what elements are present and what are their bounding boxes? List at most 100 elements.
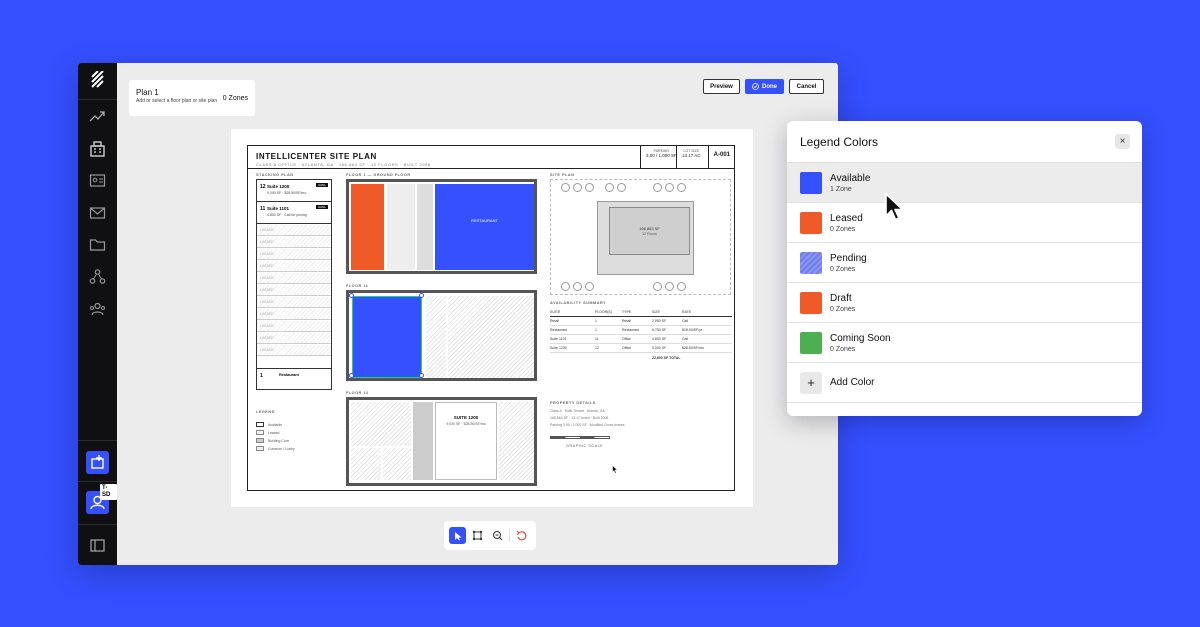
core-zone — [426, 296, 446, 378]
leased-zone — [351, 402, 411, 446]
done-button[interactable]: Done — [745, 79, 784, 94]
team-icon[interactable] — [89, 300, 106, 317]
check-circle-icon — [752, 83, 759, 90]
close-icon[interactable]: × — [1115, 134, 1130, 149]
stack-floor-row: LEASED — [257, 225, 331, 236]
building-icon[interactable] — [89, 140, 106, 157]
stack-floor-row: LEASED — [257, 345, 331, 356]
legend-row-coming-soon[interactable]: Coming Soon 0 Zones — [787, 323, 1142, 363]
color-swatch[interactable] — [800, 332, 822, 354]
leased-zone — [383, 448, 411, 480]
stack-floor-11[interactable]: 11 Suite 1101 4,800 SF · Call for pricin… — [257, 202, 331, 224]
legend-colors-panel: Legend Colors × Available 1 Zone Leased … — [787, 121, 1142, 416]
table-row: Suite 1101 11 Office 4,800 SF Call — [550, 335, 732, 344]
add-color-label: Add Color — [830, 377, 875, 388]
drawing-toolbar — [444, 521, 536, 550]
table-row: Suite 1200 12 Office 9,000 SF $28.50/SF/mo — [550, 344, 732, 353]
drawing-title: INTELLICENTER SITE PLAN — [256, 152, 377, 161]
color-swatch[interactable] — [800, 212, 822, 234]
stack-floor-row: LEASED — [257, 273, 331, 284]
legend-row-name: Draft — [830, 293, 852, 304]
cancel-button[interactable]: Cancel — [789, 79, 824, 94]
network-icon[interactable] — [89, 268, 106, 285]
legend-item-leased: Leased — [256, 430, 295, 435]
drawing-legend: Available Leased Building Core Common / … — [256, 419, 295, 451]
site-plan[interactable]: 166,863 SF 12 Floors — [550, 179, 731, 295]
sidebar: T-SD — [78, 63, 117, 565]
legend-row-available[interactable]: Available 1 Zone — [787, 163, 1142, 203]
preview-button[interactable]: Preview — [703, 79, 740, 94]
undo-tool[interactable] — [513, 527, 530, 544]
legend-panel-title: Legend Colors — [800, 135, 879, 149]
stack-floor-row: LEASED — [257, 297, 331, 308]
plus-icon: + — [800, 372, 822, 394]
small-cursor-icon — [612, 465, 618, 474]
drawing-subtitle: CLASS A OFFICE · ATLANTA, GA · 166,863 S… — [256, 162, 431, 167]
stack-floor-1[interactable]: 1 Restaurant — [257, 368, 331, 388]
vertex-handle[interactable] — [349, 293, 354, 298]
site-building-core: 166,863 SF 12 Floors — [609, 207, 690, 255]
color-swatch[interactable] — [800, 292, 822, 314]
sidebar-toggle-icon[interactable] — [89, 537, 106, 554]
selected-zone[interactable] — [352, 296, 422, 378]
floor11-label: FLOOR 11 — [346, 284, 369, 288]
leased-zone[interactable] — [351, 184, 384, 270]
color-swatch[interactable] — [800, 252, 822, 274]
vertex-handle[interactable] — [419, 293, 424, 298]
restaurant-zone[interactable]: RESTAURANT — [435, 184, 534, 270]
legend-row-count: 0 Zones — [830, 226, 856, 233]
legend-row-leased[interactable]: Leased 0 Zones — [787, 203, 1142, 243]
header-divider — [640, 146, 641, 168]
add-color-button[interactable]: + Add Color — [787, 363, 1142, 403]
plan-canvas[interactable]: INTELLICENTER SITE PLAN CLASS A OFFICE ·… — [231, 129, 753, 507]
header-rule — [248, 168, 734, 169]
mail-icon[interactable] — [89, 204, 106, 221]
vertex-handle[interactable] — [349, 373, 354, 378]
table-total: 22,600 SF TOTAL — [652, 355, 681, 360]
leased-zone — [448, 296, 534, 378]
add-content-button[interactable] — [86, 451, 109, 474]
legend-row-pending[interactable]: Pending 0 Zones — [787, 243, 1142, 283]
table-row: Restaurant 1 Restaurant 6,750 SF $18.00/SF/y… — [550, 326, 732, 335]
sidebar-divider — [78, 440, 117, 441]
graphic-scale-bar — [550, 436, 610, 439]
legend-row-count: 0 Zones — [830, 306, 856, 313]
folder-icon[interactable] — [89, 236, 106, 253]
plan-card[interactable]: Plan 1 Add or select a floor plan or sit… — [129, 80, 255, 116]
zone-search-tool[interactable] — [489, 527, 506, 544]
sheet-number: A-001 — [713, 152, 730, 158]
core-zone — [387, 184, 415, 270]
legend-item-core: Building Core — [256, 438, 295, 443]
leased-zone — [351, 448, 381, 480]
floor12-plan[interactable]: SUITE 1200 9,000 SF · $28.50/SF/mo — [346, 397, 537, 486]
plan-title: Plan 1 — [136, 88, 159, 97]
select-arrow-icon — [454, 531, 461, 540]
undo-icon — [516, 530, 527, 541]
legend-row-count: 0 Zones — [830, 346, 856, 353]
legend-row-name: Available — [830, 173, 871, 184]
mouse-cursor-icon — [885, 193, 904, 221]
stack-floor-row: LEASED — [257, 249, 331, 260]
polygon-tool[interactable] — [469, 527, 486, 544]
color-swatch[interactable] — [800, 172, 822, 194]
preview-label: Preview — [710, 83, 733, 90]
legend-row-count: 0 Zones — [830, 266, 856, 273]
card-icon[interactable] — [89, 172, 106, 189]
zone-search-icon — [493, 531, 503, 541]
floor11-plan[interactable] — [346, 290, 537, 381]
select-tool[interactable] — [449, 527, 466, 544]
suite-1200-zone[interactable]: SUITE 1200 9,000 SF · $28.50/SF/mo — [435, 402, 497, 480]
stack-floor-12[interactable]: 12 Suite 1200 9,000 SF · $28.50/SF/mo AV… — [257, 180, 331, 202]
legend-row-draft[interactable]: Draft 0 Zones — [787, 283, 1142, 323]
floor1-label: FLOOR 1 — GROUND FLOOR — [346, 173, 411, 177]
stacking-plan-label: STACKING PLAN — [256, 173, 294, 177]
floor1-plan[interactable]: RESTAURANT — [346, 179, 537, 274]
logo-icon[interactable] — [89, 71, 106, 88]
leased-zone — [499, 402, 534, 480]
legend-row-name: Pending — [830, 253, 867, 264]
stack-floor-row: LEASED — [257, 333, 331, 344]
analytics-icon[interactable] — [89, 108, 106, 125]
parking-info: PARKING 3.00 / 1,000 SF — [646, 149, 677, 158]
lobby-zone — [417, 184, 433, 270]
vertex-handle[interactable] — [419, 373, 424, 378]
